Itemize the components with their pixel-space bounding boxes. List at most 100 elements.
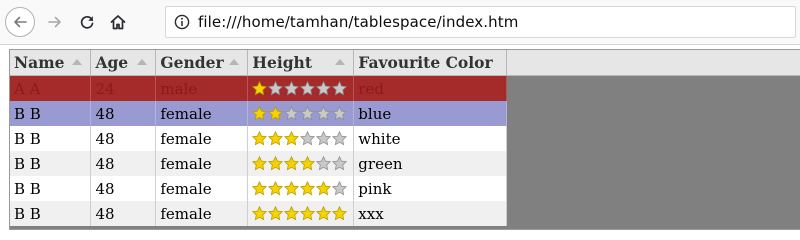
cell-height-rating[interactable] <box>247 75 355 101</box>
star-empty-icon[interactable] <box>316 106 332 121</box>
star-empty-icon[interactable] <box>300 81 316 96</box>
star-filled-icon[interactable] <box>268 206 284 221</box>
column-header-age[interactable]: Age <box>90 50 157 76</box>
star-filled-icon[interactable] <box>268 181 284 196</box>
cell-name: B B <box>10 176 92 201</box>
star-empty-icon[interactable] <box>268 81 284 96</box>
table-row[interactable]: B B 48 female white <box>10 126 800 151</box>
cell-height-rating[interactable] <box>247 126 355 151</box>
cell-name: B B <box>10 101 92 126</box>
star-rating[interactable] <box>252 201 353 226</box>
cell-gender: female <box>155 126 249 151</box>
cell-gender: male <box>155 75 249 101</box>
cell-name: B B <box>10 151 92 176</box>
star-filled-icon[interactable] <box>332 206 348 221</box>
column-header-favourite-color[interactable]: Favourite Color <box>353 50 508 76</box>
star-filled-icon[interactable] <box>252 206 268 221</box>
star-filled-icon[interactable] <box>284 206 300 221</box>
table-row[interactable]: B B 48 female green <box>10 151 800 176</box>
star-filled-icon[interactable] <box>300 206 316 221</box>
cell-gender: female <box>155 201 249 226</box>
star-filled-icon[interactable] <box>252 156 268 171</box>
row-filler <box>506 101 800 126</box>
star-empty-icon[interactable] <box>316 131 332 146</box>
table-row[interactable]: B B 48 female blue <box>10 101 800 126</box>
home-icon <box>110 15 126 30</box>
column-header-name[interactable]: Name <box>10 50 92 76</box>
star-empty-icon[interactable] <box>316 156 332 171</box>
star-rating[interactable] <box>252 126 353 151</box>
cell-favourite-color: blue <box>353 101 508 126</box>
star-empty-icon[interactable] <box>332 156 348 171</box>
star-rating[interactable] <box>252 101 353 126</box>
cell-height-rating[interactable] <box>247 176 355 201</box>
column-header-label: Gender <box>160 53 224 72</box>
star-rating[interactable] <box>252 76 353 101</box>
cell-gender: female <box>155 151 249 176</box>
url-text[interactable]: file:///home/tamhan/tablespace/index.htm <box>198 13 518 31</box>
site-info-button[interactable] <box>166 7 198 37</box>
table-row[interactable]: B B 48 female pink <box>10 176 800 201</box>
table-row[interactable]: A A 24 male red <box>10 75 800 101</box>
forward-arrow-icon <box>48 16 61 28</box>
star-empty-icon[interactable] <box>332 81 348 96</box>
cell-age: 48 <box>90 151 157 176</box>
star-filled-icon[interactable] <box>268 156 284 171</box>
column-header-label: Name <box>14 53 65 72</box>
page-content: Name Age Gender Height Favourite Color A… <box>0 45 800 235</box>
reload-button[interactable] <box>72 7 102 37</box>
star-filled-icon[interactable] <box>284 156 300 171</box>
cell-favourite-color: red <box>353 75 508 101</box>
star-empty-icon[interactable] <box>332 181 348 196</box>
home-button[interactable] <box>103 7 133 37</box>
row-filler <box>506 176 800 201</box>
star-filled-icon[interactable] <box>284 131 300 146</box>
star-filled-icon[interactable] <box>300 181 316 196</box>
sort-ascending-icon <box>137 59 148 65</box>
star-filled-icon[interactable] <box>316 181 332 196</box>
cell-name: A A <box>10 75 92 101</box>
data-table: Name Age Gender Height Favourite Color A… <box>10 50 800 226</box>
star-empty-icon[interactable] <box>284 106 300 121</box>
star-empty-icon[interactable] <box>284 81 300 96</box>
star-filled-icon[interactable] <box>252 131 268 146</box>
star-filled-icon[interactable] <box>268 131 284 146</box>
cell-name: B B <box>10 201 92 226</box>
column-header-height[interactable]: Height <box>247 50 355 76</box>
cell-favourite-color: xxx <box>353 201 508 226</box>
star-filled-icon[interactable] <box>284 181 300 196</box>
star-rating[interactable] <box>252 176 353 201</box>
star-empty-icon[interactable] <box>316 81 332 96</box>
star-rating[interactable] <box>252 151 353 176</box>
star-filled-icon[interactable] <box>252 81 268 96</box>
cell-height-rating[interactable] <box>247 151 355 176</box>
column-header-label: Favourite Color <box>358 53 493 72</box>
column-header-label: Age <box>95 53 129 72</box>
address-bar[interactable]: file:///home/tamhan/tablespace/index.htm <box>165 6 796 38</box>
sort-ascending-icon <box>335 59 346 65</box>
table-row[interactable]: B B 48 female xxx <box>10 201 800 226</box>
cell-age: 48 <box>90 176 157 201</box>
star-filled-icon[interactable] <box>252 106 268 121</box>
star-empty-icon[interactable] <box>332 106 348 121</box>
row-filler <box>506 126 800 151</box>
cell-age: 48 <box>90 101 157 126</box>
star-filled-icon[interactable] <box>252 181 268 196</box>
star-empty-icon[interactable] <box>300 131 316 146</box>
row-filler <box>506 201 800 226</box>
site-info-icon <box>174 14 190 30</box>
column-header-label: Height <box>252 53 312 72</box>
header-filler <box>506 50 800 76</box>
star-filled-icon[interactable] <box>316 206 332 221</box>
column-header-gender[interactable]: Gender <box>155 50 249 76</box>
forward-button[interactable] <box>40 7 70 37</box>
star-filled-icon[interactable] <box>300 156 316 171</box>
back-button[interactable] <box>5 7 35 37</box>
cell-favourite-color: pink <box>353 176 508 201</box>
star-empty-icon[interactable] <box>332 131 348 146</box>
cell-height-rating[interactable] <box>247 201 355 226</box>
star-filled-icon[interactable] <box>268 106 284 121</box>
star-empty-icon[interactable] <box>300 106 316 121</box>
cell-height-rating[interactable] <box>247 101 355 126</box>
row-filler <box>506 75 800 101</box>
